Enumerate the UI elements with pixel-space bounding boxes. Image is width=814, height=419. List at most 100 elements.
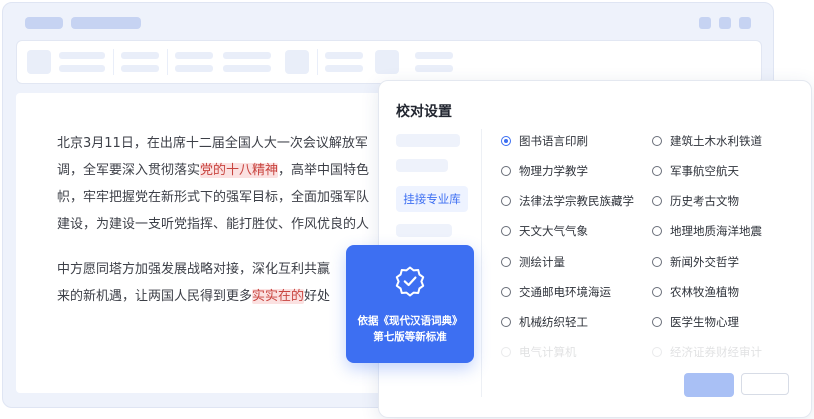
option-transport-post-environment[interactable]: 交通邮电环境海运: [501, 283, 611, 301]
callout-line: 第七版等新标准: [373, 331, 447, 343]
radio[interactable]: [652, 257, 662, 267]
option-astronomy-meteorology[interactable]: 天文大气气象: [501, 222, 588, 240]
cancel-button[interactable]: [741, 373, 789, 395]
toolbar-placeholder: [325, 52, 363, 59]
toolbar-placeholder: [59, 52, 105, 59]
option-news-diplomacy-philosophy[interactable]: 新闻外交哲学: [652, 253, 739, 271]
option-geography-geology-ocean[interactable]: 地理地质海洋地震: [652, 222, 762, 240]
text-segment: 北京3月11日，在出席十二届全国人大一次会议解放军: [57, 136, 368, 151]
toolbar-placeholder: [223, 52, 271, 59]
confirm-button[interactable]: [684, 373, 734, 397]
radio-selected[interactable]: [501, 136, 511, 146]
toolbar-placeholder: [121, 65, 159, 72]
radio[interactable]: [652, 287, 662, 297]
option-label: 图书语言印刷: [519, 134, 588, 148]
toolbar-placeholder: [175, 65, 213, 72]
toolbar-tool-icon[interactable]: [27, 50, 51, 74]
option-label: 法律法学宗教民族藏学: [519, 194, 634, 208]
text-segment: 来的新机遇，让两国人民得到更多: [57, 289, 253, 304]
text-line: 调，全军要深入贯彻落实党的十八精神，高举中国特色: [57, 163, 369, 178]
document-paragraph: 北京3月11日，在出席十二届全国人大一次会议解放军 调，全军要深入贯彻落实党的十…: [57, 130, 427, 238]
option-label: 地理地质海洋地震: [670, 224, 762, 238]
option-machinery-textile-industry[interactable]: 机械纺织轻工: [501, 313, 588, 331]
option-economics-finance-audit[interactable]: 经济证券财经审计: [652, 343, 762, 361]
toolbar-divider: [167, 49, 168, 75]
option-label: 历史考古文物: [670, 194, 739, 208]
option-label: 交通邮电环境海运: [519, 285, 611, 299]
text-segment: 帜，牢牢把握党在新形式下的强军目标，全面加强军队: [57, 190, 370, 205]
option-label: 物理力学教学: [519, 164, 588, 178]
radio[interactable]: [501, 257, 511, 267]
text-segment: 建设，为建设一支听党指挥、能打胜仗、作风优良的人: [57, 217, 370, 232]
minimize-icon[interactable]: [699, 17, 711, 29]
text-segment: 调，全军要深入贯彻落实: [57, 163, 201, 178]
toolbar-placeholder: [121, 52, 159, 59]
toolbar-placeholder: [223, 65, 271, 72]
radio[interactable]: [652, 226, 662, 236]
option-label: 天文大气气象: [519, 224, 588, 238]
radio[interactable]: [501, 347, 511, 357]
radio[interactable]: [501, 317, 511, 327]
text-line: 来的新机遇，让两国人民得到更多实实在的好处: [57, 289, 330, 304]
option-agriculture-forestry-botany[interactable]: 农林牧渔植物: [652, 283, 739, 301]
option-label: 经济证券财经审计: [670, 345, 762, 359]
maximize-icon[interactable]: [719, 17, 731, 29]
error-highlight[interactable]: 党的十八精神: [200, 163, 279, 178]
radio[interactable]: [501, 226, 511, 236]
radio[interactable]: [652, 317, 662, 327]
radio[interactable]: [652, 136, 662, 146]
option-book-language-printing[interactable]: 图书语言印刷: [501, 132, 588, 150]
toolbar-placeholder: [325, 65, 363, 72]
nav-item-placeholder[interactable]: [396, 134, 460, 147]
option-label: 医学生物心理: [670, 315, 739, 329]
text-segment: 好处: [304, 289, 331, 304]
option-physics-mechanics-teaching[interactable]: 物理力学教学: [501, 162, 588, 180]
title-placeholder: [25, 17, 63, 29]
radio[interactable]: [652, 166, 662, 176]
option-label: 新闻外交哲学: [670, 255, 739, 269]
nav-item-professional-library[interactable]: 挂接专业库: [396, 186, 468, 212]
option-surveying-metrology[interactable]: 测绘计量: [501, 253, 565, 271]
radio[interactable]: [652, 196, 662, 206]
radio[interactable]: [501, 196, 511, 206]
text-line: 北京3月11日，在出席十二届全国人大一次会议解放军: [57, 136, 368, 151]
nav-item-placeholder[interactable]: [396, 159, 448, 172]
text-segment: 中方愿同塔方加强发展战略对接，深化互利共赢: [57, 262, 331, 277]
toolbar-tool-icon[interactable]: [285, 50, 309, 74]
title-placeholder: [71, 17, 141, 29]
callout-text: 依据《现代汉语词典》 第七版等新标准: [350, 313, 470, 345]
toolbar-divider: [113, 49, 114, 75]
radio[interactable]: [652, 347, 662, 357]
option-civil-engineering-railway[interactable]: 建筑土木水利铁道: [652, 132, 762, 150]
option-military-aerospace[interactable]: 军事航空航天: [652, 162, 739, 180]
option-label: 军事航空航天: [670, 164, 739, 178]
option-label: 建筑土木水利铁道: [670, 134, 762, 148]
radio[interactable]: [501, 287, 511, 297]
option-medicine-biology-psychology[interactable]: 医学生物心理: [652, 313, 739, 331]
error-highlight[interactable]: 实实在的: [252, 289, 305, 304]
nav-item-placeholder[interactable]: [396, 224, 452, 237]
text-segment: ，高举中国特色: [278, 163, 370, 178]
option-label: 农林牧渔植物: [670, 285, 739, 299]
panel-divider: [481, 129, 482, 397]
callout-line: 依据《现代汉语词典》: [357, 315, 463, 327]
toolbar-placeholder: [415, 52, 453, 59]
verified-badge-icon: [395, 266, 425, 297]
toolbar-placeholder: [59, 65, 105, 72]
option-law-religion-ethnic[interactable]: 法律法学宗教民族藏学: [501, 192, 634, 210]
option-electrical-computer[interactable]: 电气计算机: [501, 343, 577, 361]
dictionary-standard-callout: 依据《现代汉语词典》 第七版等新标准: [346, 245, 474, 363]
option-label: 电气计算机: [519, 345, 577, 359]
option-history-archaeology[interactable]: 历史考古文物: [652, 192, 739, 210]
text-line: 帜，牢牢把握党在新形式下的强军目标，全面加强军队: [57, 190, 369, 205]
toolbar-placeholder: [175, 52, 213, 59]
option-label: 测绘计量: [519, 255, 565, 269]
toolbar-placeholder: [415, 65, 453, 72]
close-icon[interactable]: [739, 17, 751, 29]
toolbar: [16, 40, 762, 84]
option-label: 机械纺织轻工: [519, 315, 588, 329]
toolbar-tool-icon[interactable]: [375, 50, 399, 74]
toolbar-divider: [317, 49, 318, 75]
radio[interactable]: [501, 166, 511, 176]
panel-title: 校对设置: [396, 104, 452, 120]
